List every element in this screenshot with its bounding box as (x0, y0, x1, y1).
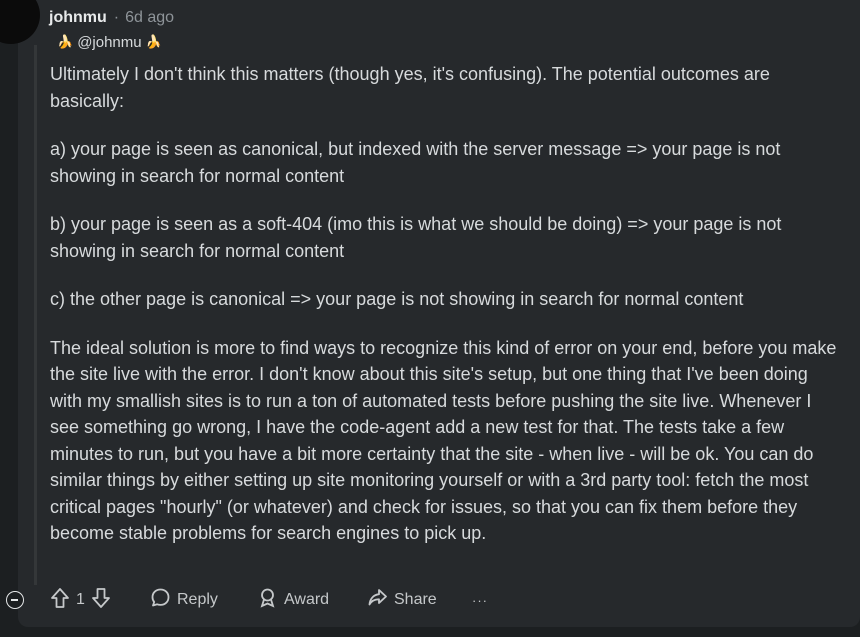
upvote-icon[interactable] (50, 587, 70, 614)
comment-body: Ultimately I don't think this matters (t… (50, 61, 840, 569)
thread-line[interactable] (34, 45, 37, 585)
paragraph: b) your page is seen as a soft-404 (imo … (50, 214, 782, 261)
reply-button[interactable]: Reply (150, 585, 218, 615)
paragraph: a) your page is seen as canonical, but i… (50, 139, 781, 186)
award-button[interactable]: Award (257, 585, 329, 615)
vote-count: 1 (76, 591, 85, 608)
flair-text: @johnmu (77, 33, 142, 51)
comment-bubble-icon (150, 587, 171, 613)
banana-icon: 🍌 (57, 34, 74, 49)
award-icon (257, 587, 278, 613)
username[interactable]: johnmu (49, 9, 107, 27)
banana-icon: 🍌 (145, 34, 162, 49)
comment-header: johnmu · 6d ago (49, 7, 174, 29)
paragraph: Ultimately I don't think this matters (t… (50, 64, 770, 111)
share-icon (367, 587, 388, 613)
timestamp[interactable]: 6d ago (125, 9, 174, 27)
award-label: Award (284, 591, 330, 608)
paragraph: The ideal solution is more to find ways … (50, 337, 837, 544)
downvote-icon[interactable] (91, 587, 111, 614)
paragraph: c) the other page is canonical => your p… (50, 289, 744, 309)
share-label: Share (394, 591, 437, 608)
user-flair: 🍌 @johnmu 🍌 (57, 32, 162, 52)
share-button[interactable]: Share (367, 585, 437, 615)
vote-group: 1 (50, 585, 111, 615)
more-options-icon: ··· (472, 592, 488, 608)
more-options-button[interactable]: ··· (472, 585, 488, 615)
page-background (0, 627, 860, 637)
separator-dot: · (113, 9, 120, 26)
collapse-thread-icon[interactable] (6, 591, 24, 609)
reply-label: Reply (177, 591, 218, 608)
